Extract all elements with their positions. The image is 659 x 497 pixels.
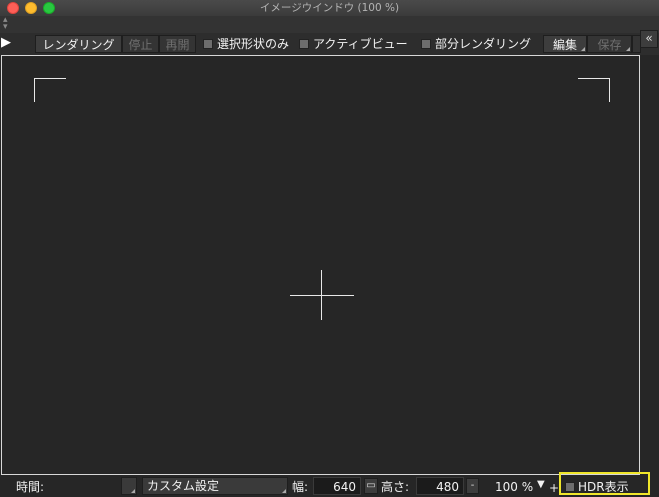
preset-dropdown[interactable]: カスタム設定 — [142, 477, 288, 495]
dropdown-corner-icon — [581, 47, 585, 51]
width-label: 幅: — [292, 480, 309, 494]
height-field[interactable]: 480 — [416, 477, 464, 495]
height-label: 高さ: — [381, 480, 410, 494]
dropdown-corner-icon — [626, 47, 630, 51]
render-canvas[interactable] — [1, 55, 640, 475]
edit-label: 編集 — [552, 38, 577, 52]
play-icon[interactable]: ▶ — [1, 35, 11, 51]
time-label: 時間: — [16, 480, 45, 494]
side-strip — [641, 55, 659, 475]
zoom-out-button[interactable]: - — [466, 478, 479, 494]
selected-only-checkbox[interactable] — [203, 39, 213, 49]
resume-button[interactable]: 再開 — [159, 35, 196, 53]
edit-menu-button[interactable]: 編集 — [543, 35, 587, 53]
time-dropdown[interactable] — [121, 477, 137, 495]
zoom-value: 100 % — [495, 480, 534, 494]
selected-only-label: 選択形状のみ — [217, 37, 290, 51]
dropdown-corner-icon — [131, 489, 135, 493]
render-button[interactable]: レンダリング — [35, 35, 122, 53]
active-view-checkbox[interactable] — [299, 39, 309, 49]
zoom-in-button[interactable]: + — [549, 479, 559, 497]
link-icon[interactable]: ▭ — [364, 478, 378, 494]
save-label: 保存 — [597, 38, 622, 52]
title-bar: イメージウインドウ (100 %) — [0, 0, 659, 17]
partial-render-label: 部分レンダリング — [435, 37, 532, 51]
stop-button[interactable]: 停止 — [122, 35, 159, 53]
center-crosshair-vertical — [321, 270, 322, 320]
width-field[interactable]: 640 — [313, 477, 361, 495]
center-crosshair-horizontal — [290, 295, 354, 296]
preset-value: カスタム設定 — [147, 479, 220, 493]
crop-corner-top-right — [578, 78, 610, 102]
double-chevron-left-icon[interactable]: « — [640, 30, 658, 48]
window-title: イメージウインドウ (100 %) — [259, 2, 400, 14]
save-menu-button[interactable]: 保存 — [587, 35, 632, 53]
dropdown-corner-icon — [282, 489, 286, 493]
sort-arrows-icon[interactable]: ▴ ▾ — [3, 16, 8, 32]
hdr-highlight-box — [559, 472, 650, 495]
active-view-label: アクティブビュー — [313, 37, 408, 51]
partial-render-checkbox[interactable] — [421, 39, 431, 49]
header-strip: ▴ ▾ — [0, 16, 659, 33]
zoom-dropdown-icon[interactable]: ▼ — [537, 476, 545, 494]
toolbar: ▶ レンダリング 停止 再開 選択形状のみ アクティブビュー 部分レンダリング … — [0, 33, 659, 55]
crop-corner-top-left — [34, 78, 66, 102]
